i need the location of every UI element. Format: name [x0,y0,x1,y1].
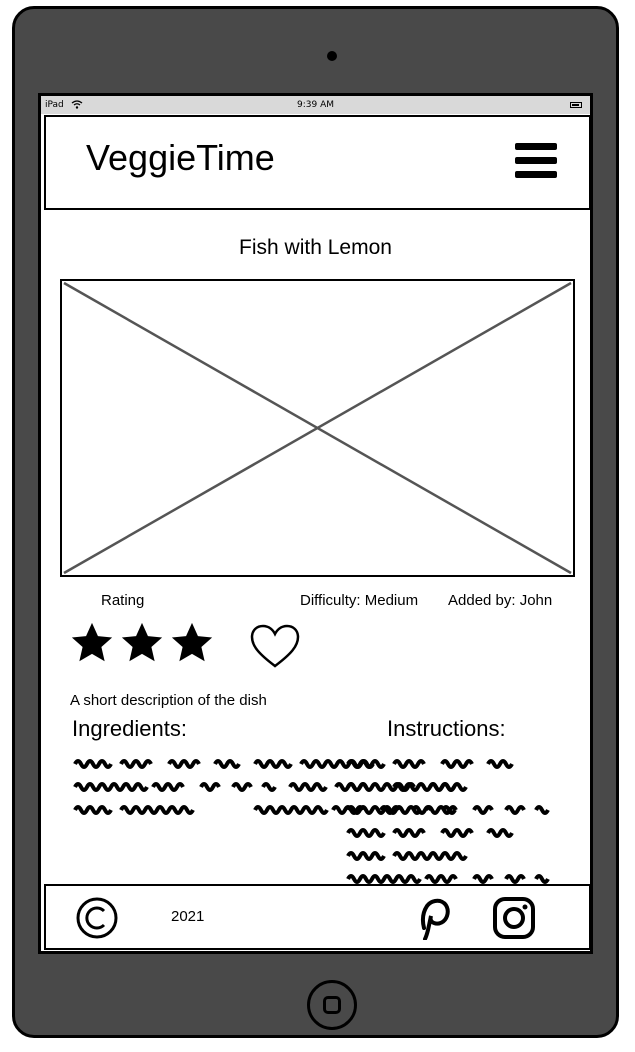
difficulty-label: Difficulty: Medium [300,592,419,609]
rating-label: Rating [101,592,145,609]
hamburger-menu-icon[interactable] [515,143,557,179]
copyright-year: 2021 [171,908,205,925]
instagram-icon[interactable] [492,896,536,940]
battery-icon [570,102,582,108]
instructions-heading: Instructions: [387,716,506,741]
copyright-icon [76,897,118,939]
screen: iPad 9:39 AM VeggieTime Fish with Lemon … [38,93,593,954]
camera [327,51,337,61]
image-placeholder [60,279,575,577]
footer: 2021 [44,884,590,950]
ingredients-heading: Ingredients: [72,716,187,741]
home-button[interactable] [307,980,357,1030]
star-icon[interactable] [119,620,165,666]
status-bar: iPad 9:39 AM [41,96,590,114]
rating-stars[interactable] [69,620,215,666]
star-icon[interactable] [169,620,215,666]
status-time: 9:39 AM [297,100,334,110]
pinterest-icon[interactable] [414,894,452,940]
top-navbar: VeggieTime [44,115,590,210]
brand-logo[interactable]: VeggieTime [86,137,275,179]
star-icon[interactable] [69,620,115,666]
added-by-label: Added by: John [448,592,553,609]
dish-description: A short description of the dish [70,692,267,709]
dish-title: Fish with Lemon [239,236,392,259]
heart-icon[interactable] [249,624,301,670]
instructions-text [346,756,590,894]
